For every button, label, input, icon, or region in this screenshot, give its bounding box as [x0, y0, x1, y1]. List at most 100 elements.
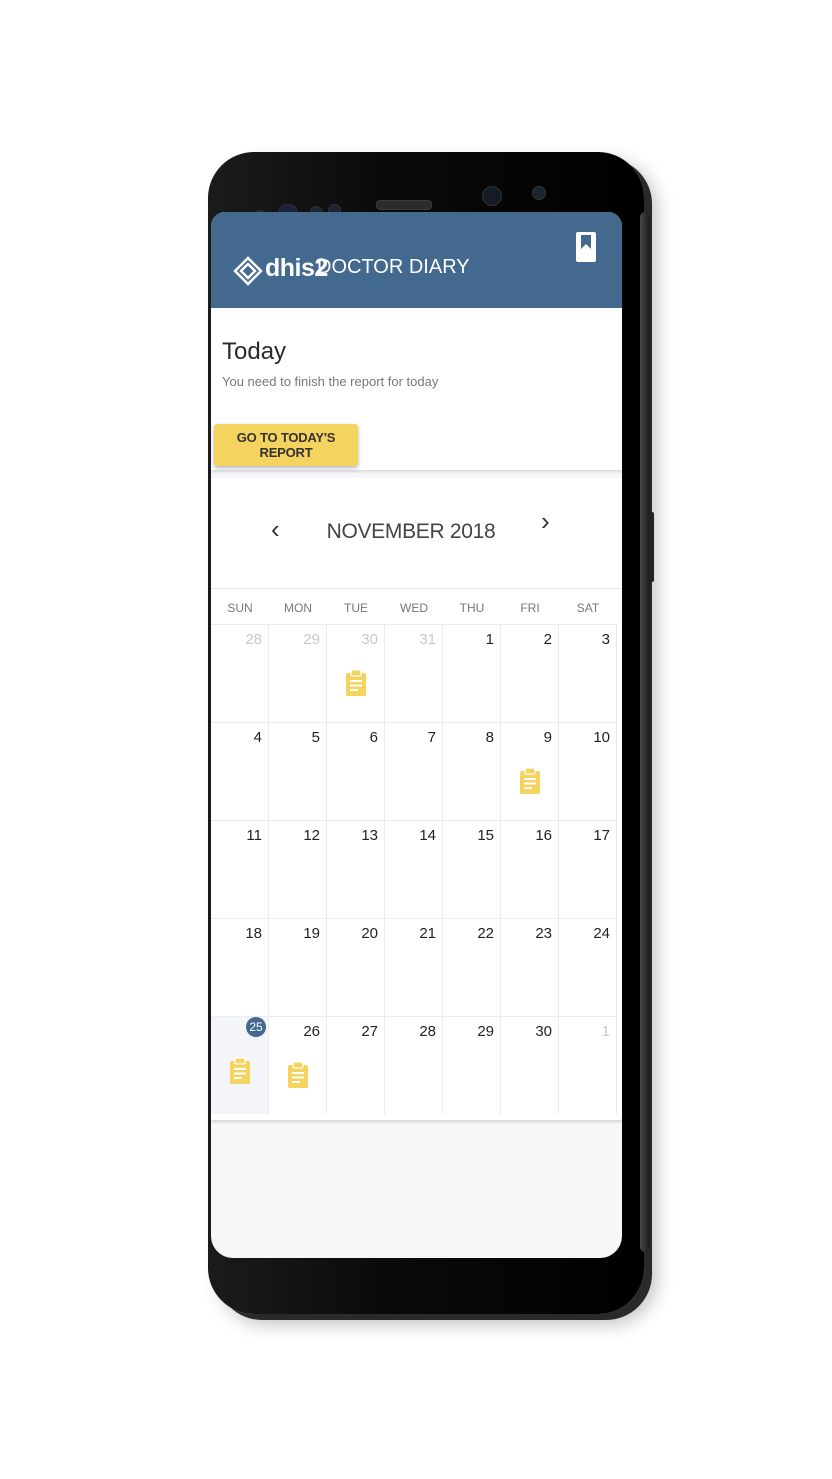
calendar-day-cell[interactable]: 29 — [269, 624, 327, 722]
calendar-day-cell[interactable]: 5 — [269, 722, 327, 820]
calendar-day-cell[interactable]: 27 — [327, 1016, 385, 1114]
chevron-right-icon[interactable]: › — [541, 506, 550, 537]
calendar-day-cell[interactable]: 19 — [269, 918, 327, 1016]
clipboard-icon[interactable] — [287, 1061, 309, 1089]
calendar-day-cell[interactable]: 9 — [501, 722, 559, 820]
day-number: 24 — [593, 925, 610, 942]
clipboard-icon[interactable] — [345, 669, 367, 697]
day-number: 10 — [593, 729, 610, 746]
phone-edge — [640, 212, 650, 1252]
calendar-day-cell[interactable]: 4 — [211, 722, 269, 820]
power-button — [649, 512, 654, 582]
calendar-day-cell[interactable]: 29 — [443, 1016, 501, 1114]
day-number: 26 — [303, 1023, 320, 1040]
today-date-badge: 25 — [246, 1017, 266, 1037]
day-number: 14 — [419, 827, 436, 844]
day-number: 29 — [477, 1023, 494, 1040]
calendar-day-cell[interactable]: 22 — [443, 918, 501, 1016]
sensor-dot — [532, 186, 546, 200]
day-number: 31 — [419, 631, 436, 648]
app-title: DOCTOR DIARY — [317, 256, 470, 278]
day-number: 18 — [245, 925, 262, 942]
calendar-day-cell[interactable]: 26 — [269, 1016, 327, 1114]
calendar-day-cell[interactable]: 17 — [559, 820, 617, 918]
bookmark-icon[interactable] — [576, 232, 596, 262]
calendar-day-cell[interactable]: 15 — [443, 820, 501, 918]
chevron-left-icon[interactable]: ‹ — [271, 514, 280, 545]
calendar-day-cell[interactable]: 10 — [559, 722, 617, 820]
weekday-header: SUN MON TUE WED THU FRI SAT — [211, 588, 622, 629]
calendar-day-cell[interactable]: 31 — [385, 624, 443, 722]
go-to-todays-report-button[interactable]: GO TO TODAY'S REPORT — [214, 424, 358, 466]
calendar-day-cell[interactable]: 14 — [385, 820, 443, 918]
calendar-day-cell[interactable]: 28 — [211, 624, 269, 722]
weekday-label: THU — [459, 601, 485, 615]
app-bar: dhis2 DOCTOR DIARY — [211, 212, 622, 308]
calendar-day-cell[interactable]: 3 — [559, 624, 617, 722]
calendar-day-cell[interactable]: 12 — [269, 820, 327, 918]
calendar-day-cell[interactable]: 20 — [327, 918, 385, 1016]
day-number: 8 — [485, 729, 494, 746]
day-number: 16 — [535, 827, 552, 844]
calendar-day-cell[interactable]: 24 — [559, 918, 617, 1016]
weekday-label: SAT — [576, 601, 600, 615]
earpiece-speaker — [376, 200, 432, 210]
weekday-label: TUE — [344, 601, 368, 615]
front-camera — [482, 186, 502, 206]
today-card: Today You need to finish the report for … — [211, 308, 622, 470]
day-number: 23 — [535, 925, 552, 942]
day-number: 13 — [361, 827, 378, 844]
clipboard-icon[interactable] — [519, 767, 541, 795]
day-number: 20 — [361, 925, 378, 942]
month-title: NOVEMBER 2018 — [326, 520, 496, 543]
day-number: 1 — [485, 631, 494, 648]
calendar-day-cell[interactable]: 11 — [211, 820, 269, 918]
calendar: ‹ NOVEMBER 2018 › SUN MON TUE WED THU FR… — [211, 478, 622, 1120]
calendar-day-cell[interactable]: 1 — [559, 1016, 617, 1114]
calendar-day-cell[interactable]: 8 — [443, 722, 501, 820]
day-number: 22 — [477, 925, 494, 942]
calendar-day-cell[interactable]: 25 — [211, 1016, 269, 1114]
calendar-day-cell[interactable]: 2 — [501, 624, 559, 722]
dhis2-logo-icon — [233, 256, 263, 286]
today-subtitle: You need to finish the report for today — [222, 374, 439, 389]
day-number: 4 — [253, 729, 262, 746]
calendar-day-cell[interactable]: 30 — [327, 624, 385, 722]
day-number: 29 — [303, 631, 320, 648]
calendar-week-row: 11 12 13 14 15 16 17 — [211, 820, 622, 918]
calendar-day-cell[interactable]: 28 — [385, 1016, 443, 1114]
day-number: 28 — [245, 631, 262, 648]
day-number: 30 — [535, 1023, 552, 1040]
calendar-day-cell[interactable]: 21 — [385, 918, 443, 1016]
day-number: 28 — [419, 1023, 436, 1040]
day-number: 1 — [601, 1023, 610, 1040]
weekday-label: MON — [284, 601, 312, 615]
calendar-week-row: 18 19 20 21 22 23 24 — [211, 918, 622, 1016]
today-title: Today — [222, 338, 287, 365]
day-number: 11 — [246, 827, 262, 844]
weekday-label: WED — [400, 601, 428, 615]
calendar-day-cell[interactable]: 6 — [327, 722, 385, 820]
day-number: 12 — [303, 827, 320, 844]
calendar-grid: 28 29 30 31 1 2 3 4 5 6 7 8 9 10 11 12 13 14 15 16 17 18 19 20 2… — [211, 624, 622, 1114]
calendar-day-cell[interactable]: 30 — [501, 1016, 559, 1114]
calendar-day-cell[interactable]: 1 — [443, 624, 501, 722]
day-number: 5 — [311, 729, 320, 746]
calendar-day-cell[interactable]: 23 — [501, 918, 559, 1016]
calendar-week-row: 25 26 27 28 29 30 1 — [211, 1016, 622, 1114]
calendar-day-cell[interactable]: 13 — [327, 820, 385, 918]
day-number: 6 — [369, 729, 378, 746]
calendar-week-row: 4 5 6 7 8 9 10 — [211, 722, 622, 820]
day-number: 2 — [543, 631, 552, 648]
weekday-label: FRI — [520, 601, 540, 615]
calendar-day-cell[interactable]: 18 — [211, 918, 269, 1016]
calendar-day-cell[interactable]: 16 — [501, 820, 559, 918]
calendar-day-cell[interactable]: 7 — [385, 722, 443, 820]
calendar-week-row: 28 29 30 31 1 2 3 — [211, 624, 622, 722]
day-number: 27 — [361, 1023, 378, 1040]
day-number: 19 — [303, 925, 320, 942]
clipboard-icon[interactable] — [229, 1057, 251, 1085]
day-number: 9 — [543, 729, 552, 746]
day-number: 3 — [601, 631, 610, 648]
day-number: 7 — [427, 729, 436, 746]
